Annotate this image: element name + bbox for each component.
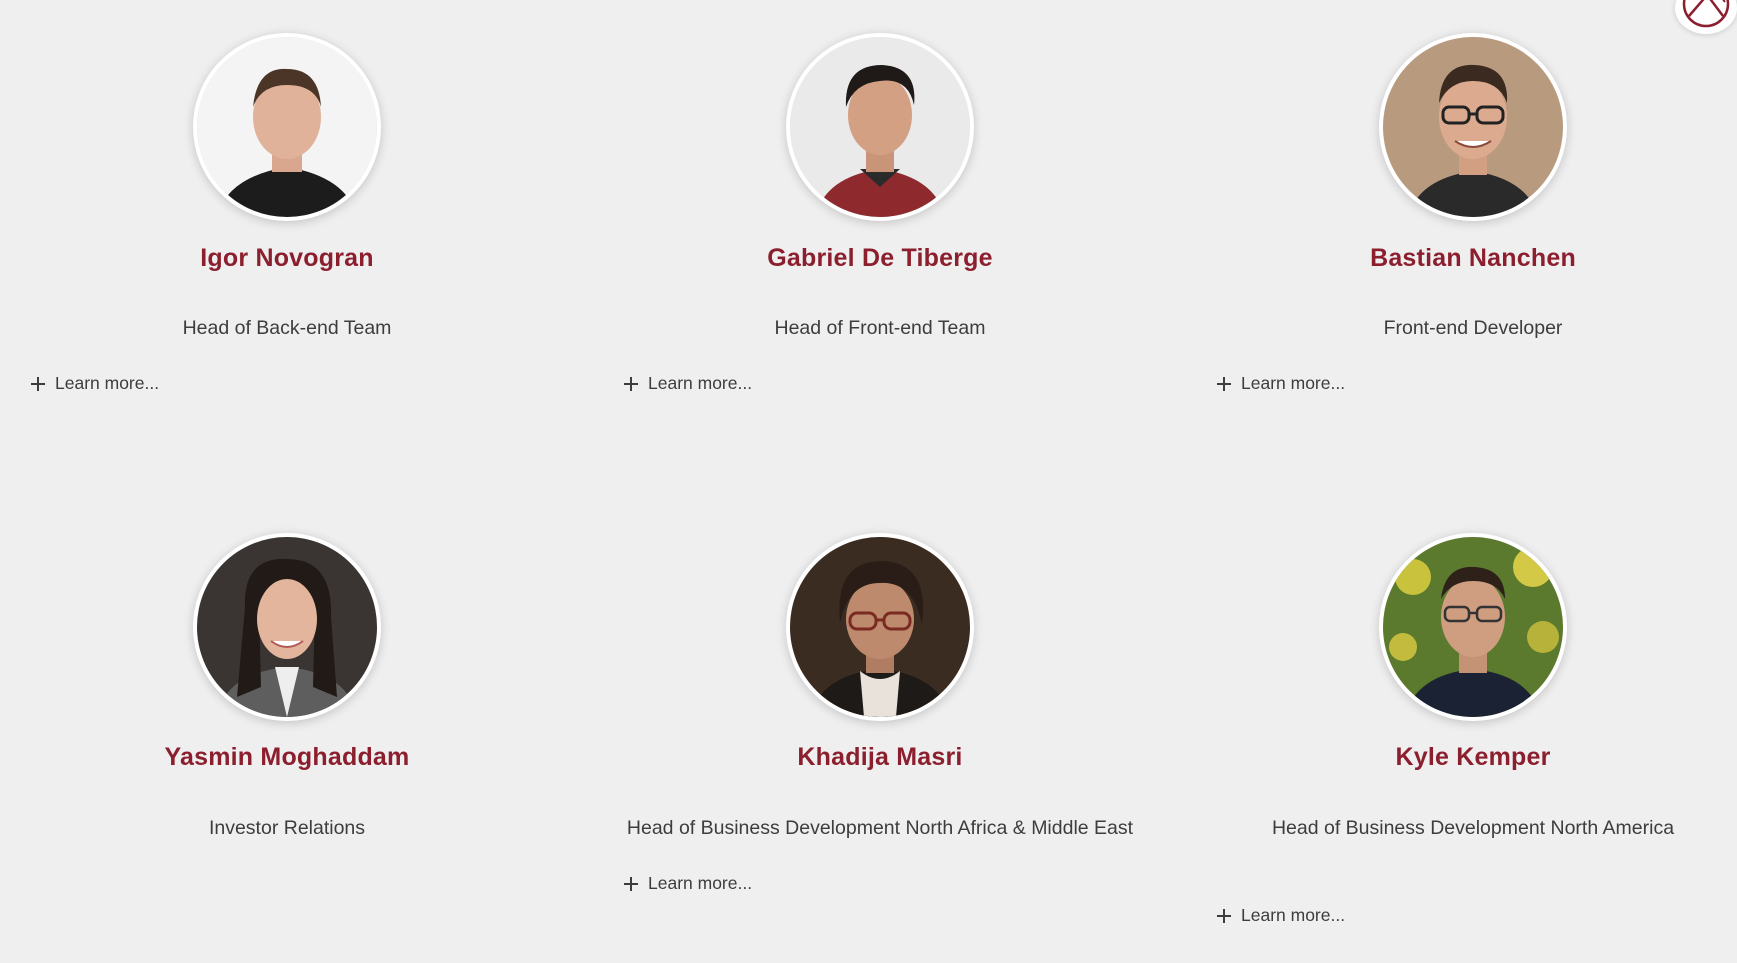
plus-icon xyxy=(1217,908,1231,923)
member-role: Front-end Developer xyxy=(1383,317,1563,339)
learn-more-link[interactable]: Learn more... xyxy=(1217,373,1345,394)
member-name: Bastian Nanchen xyxy=(1370,244,1576,272)
learn-more-label: Learn more... xyxy=(648,373,753,393)
avatar xyxy=(193,533,381,721)
member-name: Kyle Kemper xyxy=(1395,743,1551,771)
plus-icon xyxy=(31,376,45,391)
learn-more-link[interactable]: Learn more... xyxy=(624,373,752,394)
member-role: Investor Relations xyxy=(208,817,366,839)
learn-more-label: Learn more... xyxy=(1241,373,1346,393)
avatar xyxy=(1379,33,1567,221)
member-role: Head of Back-end Team xyxy=(182,317,392,339)
learn-more-link[interactable]: Learn more... xyxy=(1217,905,1345,926)
member-name: Gabriel De Tiberge xyxy=(767,244,993,272)
member-name: Igor Novogran xyxy=(200,244,374,272)
member-name: Yasmin Moghaddam xyxy=(164,743,410,771)
member-role: Head of Front-end Team xyxy=(774,317,986,339)
member-role: Head of Business Development North Afric… xyxy=(626,817,1134,839)
learn-more-label: Learn more... xyxy=(648,873,753,893)
member-role: Head of Business Development North Ameri… xyxy=(1271,817,1675,839)
plus-icon xyxy=(624,876,638,891)
plus-icon xyxy=(624,376,638,391)
avatar xyxy=(193,33,381,221)
member-name: Khadija Masri xyxy=(797,743,963,771)
avatar xyxy=(786,33,974,221)
plus-icon xyxy=(1217,376,1231,391)
learn-more-link[interactable]: Learn more... xyxy=(31,373,159,394)
avatar xyxy=(1379,533,1567,721)
brand-logo-icon[interactable] xyxy=(1675,0,1737,34)
learn-more-label: Learn more... xyxy=(1241,905,1346,925)
avatar xyxy=(786,533,974,721)
learn-more-label: Learn more... xyxy=(55,373,160,393)
learn-more-link[interactable]: Learn more... xyxy=(624,873,752,894)
